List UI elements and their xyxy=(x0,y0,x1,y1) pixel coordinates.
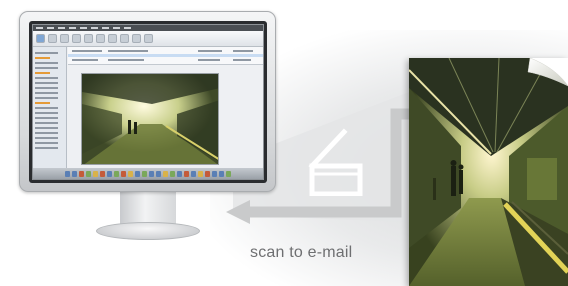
flatbed-scanner-icon xyxy=(308,128,363,196)
scanned-photo xyxy=(409,58,568,286)
caption-text: scan to e-mail xyxy=(250,244,353,261)
